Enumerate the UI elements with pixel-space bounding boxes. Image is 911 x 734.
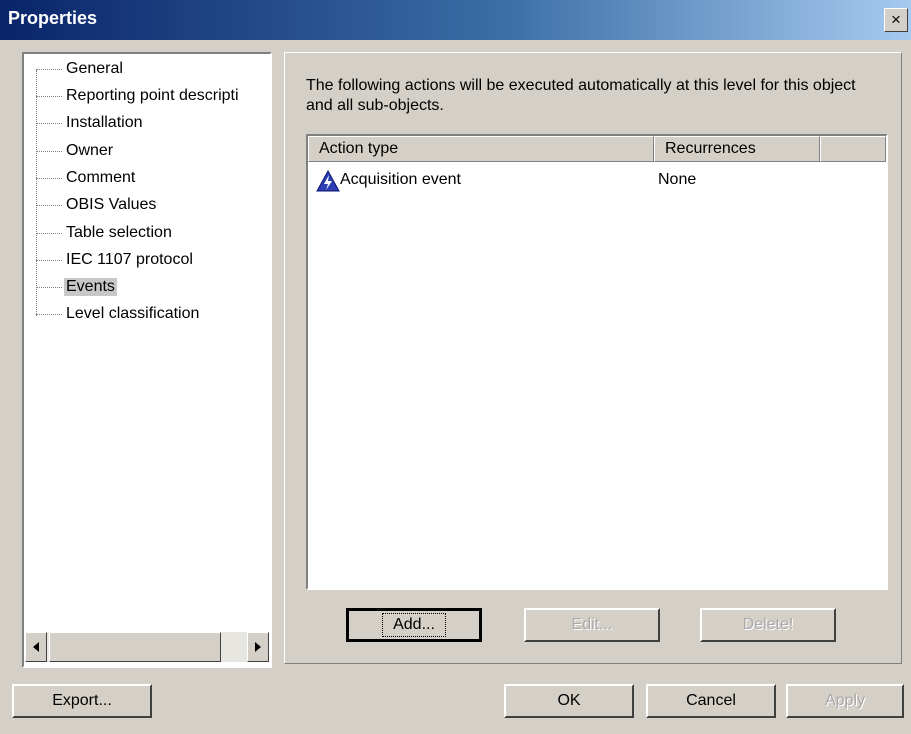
column-header-recurrences[interactable]: Recurrences	[654, 136, 820, 162]
action-type-cell: Acquisition event	[340, 171, 461, 188]
tree-item-label: Reporting point descripti	[66, 87, 239, 104]
tree-item-label: Comment	[66, 169, 136, 186]
tree-item-label: Owner	[66, 142, 114, 159]
tree-horizontal-scrollbar[interactable]	[25, 632, 269, 662]
tree-item-table-selection[interactable]: Table selection	[36, 220, 174, 246]
tree-item-events[interactable]: Events	[36, 274, 117, 300]
tree-item-level-classification[interactable]: Level classification	[36, 301, 201, 327]
scroll-left-button[interactable]	[25, 632, 47, 662]
tree-item-label: Table selection	[66, 224, 172, 241]
add-button[interactable]: Add...	[346, 608, 482, 642]
scrollbar-thumb[interactable]	[49, 632, 221, 662]
tree-item-general[interactable]: General	[36, 56, 125, 82]
tree-item-label: OBIS Values	[66, 196, 157, 213]
tree-item-owner[interactable]: Owner	[36, 138, 115, 164]
scrollbar-track[interactable]	[47, 632, 247, 662]
tree-item-installation[interactable]: Installation	[36, 110, 145, 136]
acquisition-event-icon	[316, 170, 340, 192]
tree-item-label: General	[66, 60, 123, 77]
add-button-label: Add...	[382, 613, 446, 637]
close-button[interactable]: ×	[884, 8, 908, 32]
apply-button[interactable]: Apply	[786, 684, 904, 718]
export-button[interactable]: Export...	[12, 684, 152, 718]
scroll-right-button[interactable]	[247, 632, 269, 662]
title-bar: Properties ×	[0, 0, 911, 40]
edit-button[interactable]: Edit...	[524, 608, 660, 642]
column-header-action-type[interactable]: Action type	[308, 136, 654, 162]
tree-item-label: Level classification	[66, 305, 200, 322]
window-title: Properties	[8, 8, 98, 28]
tree-item-label: IEC 1107 protocol	[66, 251, 193, 268]
recurrences-cell: None	[658, 171, 697, 188]
cancel-button[interactable]: Cancel	[646, 684, 776, 718]
events-description: The following actions will be executed a…	[306, 77, 856, 114]
actions-list[interactable]: Action type Recurrences Acquisition even…	[306, 134, 888, 590]
ok-button[interactable]: OK	[504, 684, 634, 718]
tree-item-comment[interactable]: Comment	[36, 165, 137, 191]
delete-button[interactable]: Delete!	[700, 608, 836, 642]
column-header-blank[interactable]	[820, 136, 886, 162]
tree-item-obis-values[interactable]: OBIS Values	[36, 192, 158, 218]
arrow-left-icon	[33, 642, 39, 652]
tree-item-label: Installation	[66, 114, 143, 131]
tree-item-reporting-point-description[interactable]: Reporting point descripti	[36, 83, 241, 109]
tree-item-iec-1107-protocol[interactable]: IEC 1107 protocol	[36, 247, 195, 273]
tree-item-label: Events	[64, 278, 117, 296]
list-header: Action type Recurrences	[308, 136, 886, 162]
arrow-right-icon	[255, 642, 261, 652]
list-row-acquisition-event[interactable]: Acquisition event None	[308, 168, 886, 194]
